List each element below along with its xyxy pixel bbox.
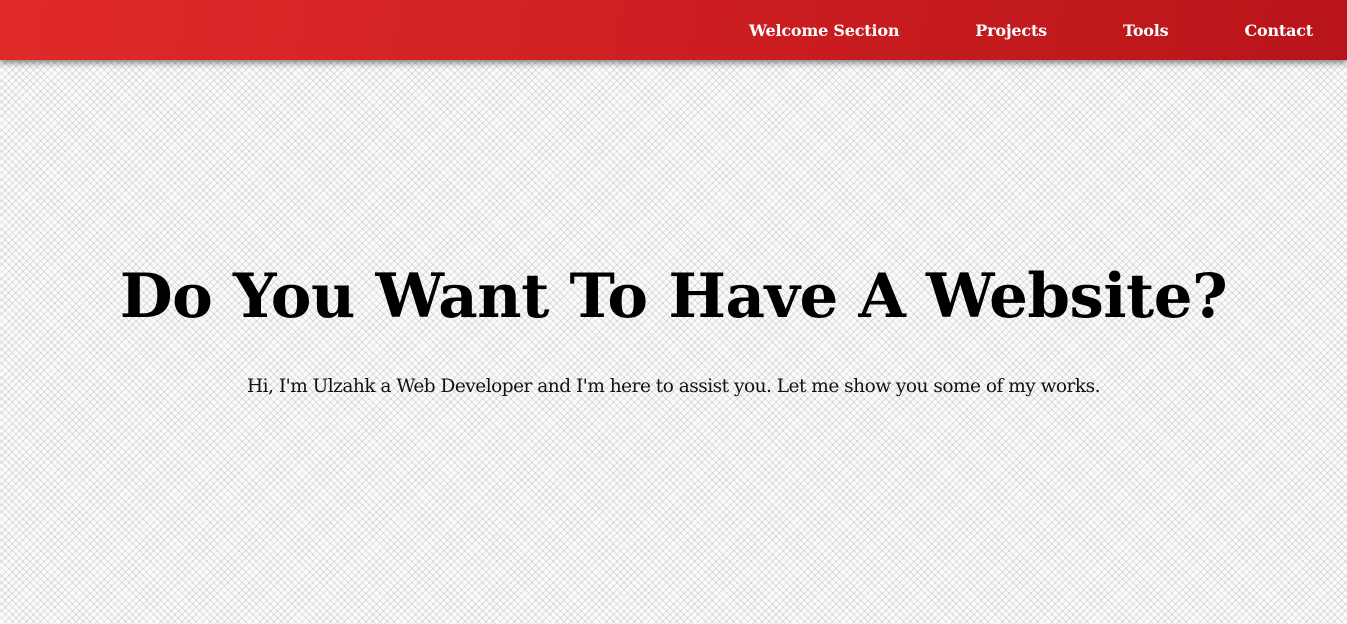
nav-item-welcome-section: Welcome Section (749, 21, 899, 40)
nav-link-contact[interactable]: Contact (1244, 21, 1313, 40)
top-navbar: Welcome Section Projects Tools Contact (0, 0, 1347, 60)
nav-link-welcome-section[interactable]: Welcome Section (749, 21, 899, 40)
nav-item-projects: Projects (975, 21, 1047, 40)
nav-item-tools: Tools (1123, 21, 1169, 40)
nav-link-tools[interactable]: Tools (1123, 21, 1169, 40)
nav-list: Welcome Section Projects Tools Contact (749, 0, 1313, 60)
nav-item-contact: Contact (1244, 21, 1313, 40)
welcome-subtitle: Hi, I'm Ulzahk a Web Developer and I'm h… (247, 376, 1100, 397)
welcome-title: Do You Want To Have A Website? (119, 261, 1228, 332)
nav-link-projects[interactable]: Projects (975, 21, 1047, 40)
welcome-section: Do You Want To Have A Website? Hi, I'm U… (0, 60, 1347, 624)
